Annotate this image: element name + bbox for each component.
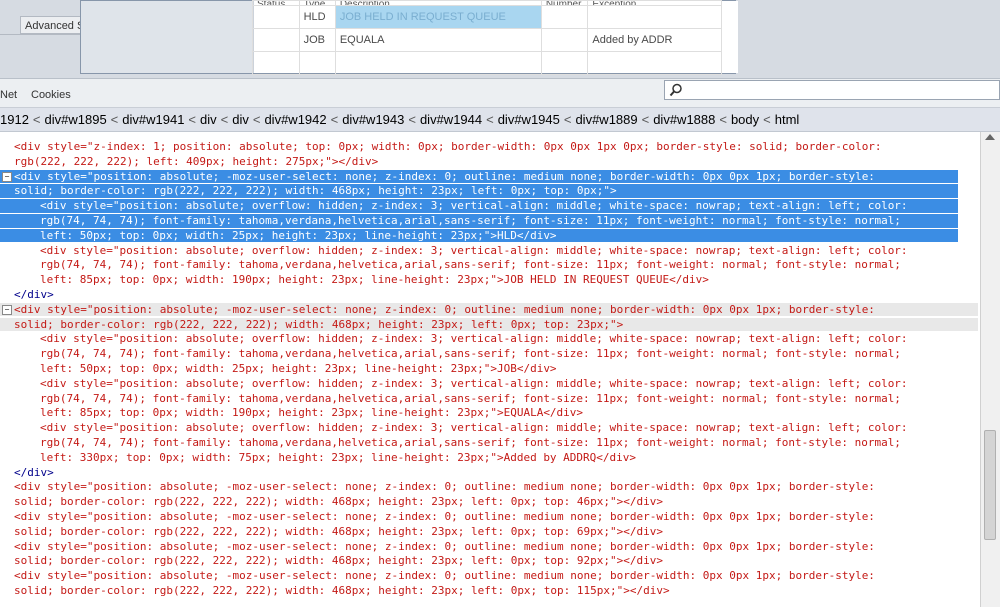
html-node-line[interactable]: left: 50px; top: 0px; width: 25px; heigh… [0,228,958,243]
html-node-line[interactable]: <div style="position: absolute; -moz-use… [14,540,875,554]
search-input[interactable] [664,80,1000,100]
scroll-up-arrow-icon[interactable] [985,134,995,140]
grid-cell-type: HLD [298,5,336,29]
html-node-line[interactable]: rgb(74, 74, 74); font-family: tahoma,ver… [40,436,901,450]
breadcrumb-separator: < [719,112,727,127]
breadcrumb-item[interactable]: div [200,112,217,127]
html-node-line[interactable]: rgb(74, 74, 74); font-family: tahoma,ver… [0,214,958,228]
html-node-line[interactable]: left: 85px; top: 0px; width: 190px; heig… [40,273,709,287]
html-node-line[interactable]: left: 330px; top: 0px; width: 75px; heig… [40,451,636,465]
grid-cell-number [540,28,589,52]
html-node-line[interactable]: rgb(74, 74, 74); font-family: tahoma,ver… [40,392,901,406]
grid-cell-exception [587,51,722,75]
html-inspector-panel: <div style="z-index: 1; position: absolu… [0,132,980,607]
breadcrumb-separator: < [220,112,229,127]
html-node-line[interactable]: left: 85px; top: 0px; width: 190px; heig… [40,406,583,420]
breadcrumb-separator: < [486,112,494,127]
tab-net[interactable]: Net [0,89,17,101]
breadcrumb-separator: < [252,112,261,127]
html-node-line[interactable]: rgb(74, 74, 74); font-family: tahoma,ver… [40,347,901,361]
html-node-line[interactable]: <div style="position: absolute; overflow… [40,332,908,346]
tab-cookies[interactable]: Cookies [31,89,71,101]
breadcrumb-item[interactable]: div#w1942 [264,112,326,127]
html-node-line[interactable]: <div style="position: absolute; -moz-use… [14,569,875,583]
grid-row[interactable]: JOB EQUALA Added by ADDR [252,28,722,52]
html-node-line[interactable]: solid; border-color: rgb(222, 222, 222);… [0,184,958,198]
grid-cell-description: EQUALA [334,28,542,52]
html-node-line[interactable]: </div> [14,288,54,302]
grid-header-number[interactable]: Number [540,0,589,6]
html-node-line[interactable]: <div style="position: absolute; -moz-use… [0,169,958,184]
html-node-line[interactable]: <div style="position: absolute; -moz-use… [14,510,875,524]
breadcrumb-separator: < [641,112,650,127]
breadcrumb-separator: < [330,112,339,127]
scroll-thumb[interactable] [984,430,996,540]
grid-cell-status [252,5,300,29]
breadcrumb-separator: < [188,112,197,127]
html-node-line[interactable]: <div style="position: absolute; -moz-use… [14,480,875,494]
grid-cell-status [252,28,300,52]
html-node-line[interactable]: solid; border-color: rgb(222, 222, 222);… [14,584,670,598]
breadcrumb-item[interactable]: div#w1895 [45,112,107,127]
grid-cell-exception: Added by ADDR [587,28,722,52]
breadcrumb-item[interactable]: div#w1945 [498,112,560,127]
breadcrumb: 1912 < div#w1895 < div#w1941 < div < div < div#w19… [0,108,1000,132]
breadcrumb-separator: < [563,112,572,127]
html-node-line[interactable]: solid; border-color: rgb(222, 222, 222);… [0,317,978,332]
html-node-line[interactable]: <div style="position: absolute; overflow… [40,377,908,391]
html-node-line[interactable]: solid; border-color: rgb(222, 222, 222);… [14,495,663,509]
html-node-line[interactable]: <div style="position: absolute; overflow… [40,244,908,258]
breadcrumb-item[interactable]: div [232,112,249,127]
breadcrumb-item[interactable]: body [731,112,759,127]
grid-cell-description: JOB HELD IN REQUEST QUEUE [334,5,542,29]
html-node-line[interactable]: rgb(222, 222, 222); left: 409px; height:… [14,155,378,169]
breadcrumb-item[interactable]: div#w1944 [420,112,482,127]
collapse-toggle-icon[interactable]: − [2,171,12,182]
grid-cell-number [540,5,589,29]
breadcrumb-separator: < [763,112,771,127]
grid-row[interactable] [252,51,722,75]
html-node-line[interactable]: rgb(74, 74, 74); font-family: tahoma,ver… [40,258,901,272]
breadcrumb-item[interactable]: div#w1943 [342,112,404,127]
collapse-toggle-icon[interactable]: − [2,304,12,315]
breadcrumb-item[interactable]: 1912 [0,112,29,127]
grid-cell-exception [587,5,722,29]
html-node-line[interactable]: <div style="z-index: 1; position: absolu… [14,140,882,154]
grid-cell-type [298,51,336,75]
search-icon [669,83,682,97]
grid-cell-number [540,51,589,75]
html-node-line[interactable]: solid; border-color: rgb(222, 222, 222);… [14,525,663,539]
grid-cell-status [252,51,300,75]
app-background: Advanced S Status Type Description Numbe… [0,0,1000,78]
app-right-area [738,0,1000,78]
grid-row[interactable]: HLD JOB HELD IN REQUEST QUEUE [252,5,722,29]
breadcrumb-separator: < [110,112,119,127]
breadcrumb-item[interactable]: div#w1941 [122,112,184,127]
vertical-scrollbar[interactable] [980,132,1000,607]
grid-cell-description [334,51,542,75]
html-node-line[interactable]: <div style="position: absolute; overflow… [40,421,908,435]
breadcrumb-item[interactable]: div#w1889 [575,112,637,127]
breadcrumb-separator: < [408,112,416,127]
breadcrumb-item[interactable]: html [775,112,800,127]
breadcrumb-separator: < [32,112,41,127]
grid-cell-type: JOB [298,28,336,52]
html-node-line[interactable]: <div style="position: absolute; -moz-use… [0,302,978,317]
html-node-line[interactable]: </div> [14,466,54,480]
results-grid: Status Type Description Number Exception… [252,0,722,75]
breadcrumb-item[interactable]: div#w1888 [653,112,715,127]
html-node-line[interactable]: left: 50px; top: 0px; width: 25px; heigh… [40,362,557,376]
html-node-line[interactable]: <div style="position: absolute; overflow… [0,199,958,213]
html-node-line[interactable]: solid; border-color: rgb(222, 222, 222);… [14,554,663,568]
